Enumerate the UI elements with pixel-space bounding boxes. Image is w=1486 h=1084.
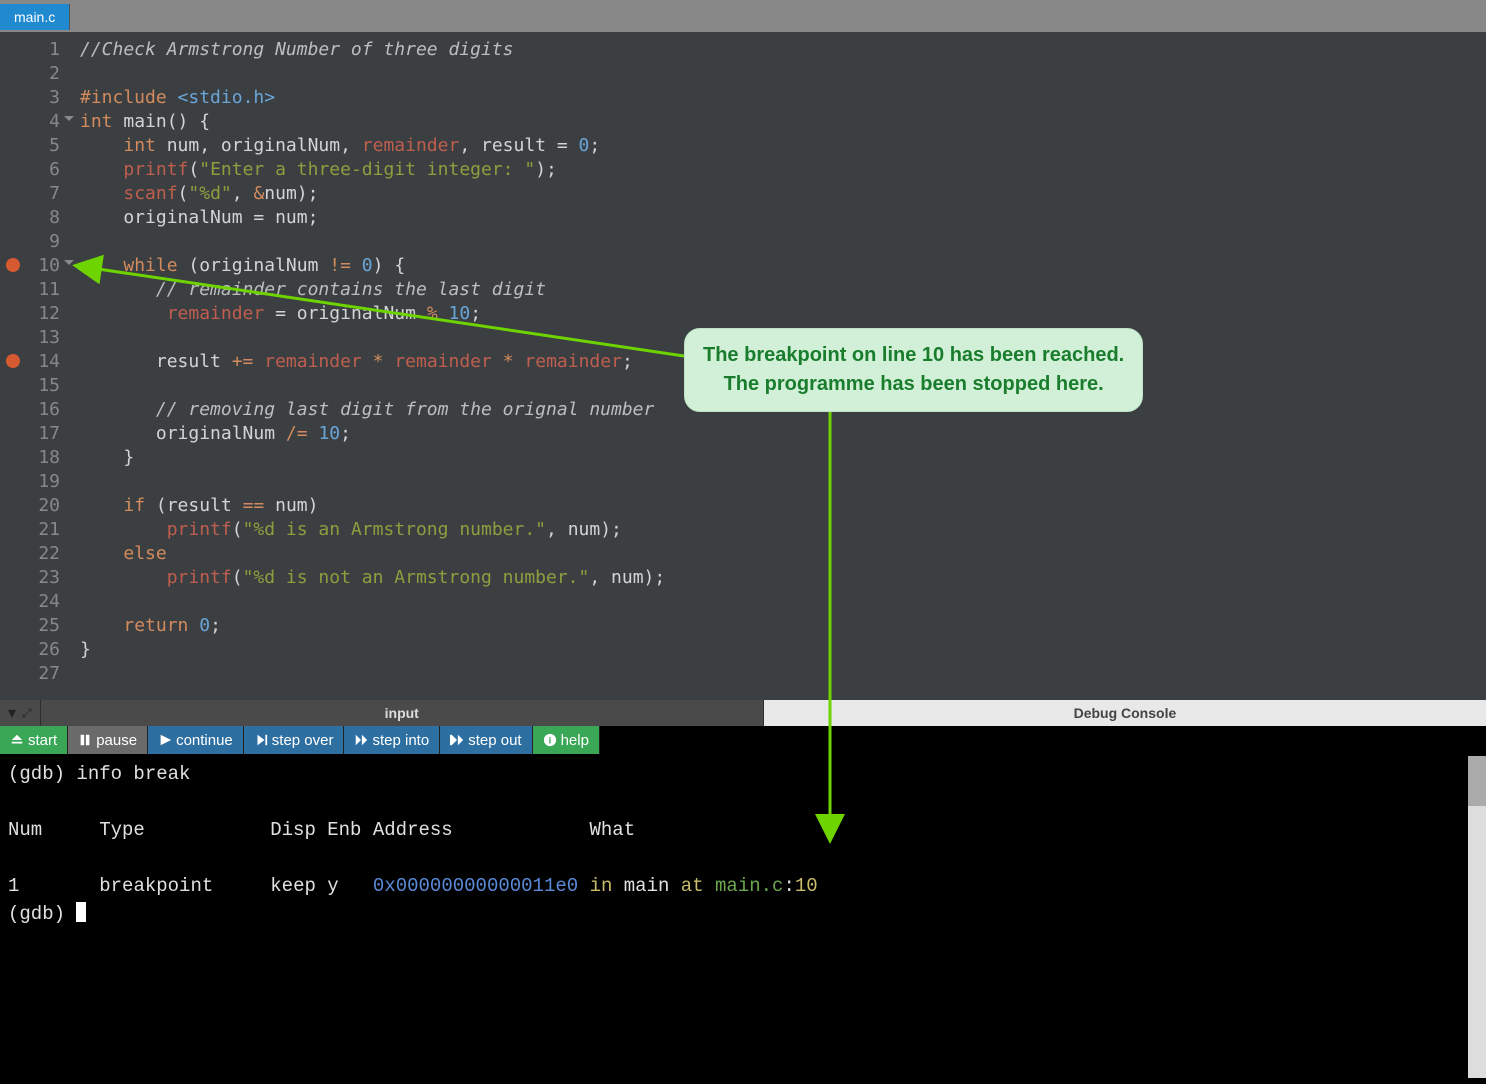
gutter-line[interactable]: 9 bbox=[0, 230, 70, 254]
breakpoint-line: 10 bbox=[795, 875, 818, 897]
gutter-line[interactable]: 4 bbox=[0, 110, 70, 134]
code-line[interactable]: #include <stdio.h> bbox=[80, 86, 1486, 110]
info-icon: i bbox=[543, 733, 557, 747]
gdb-prompt: (gdb) bbox=[8, 903, 65, 925]
tab-label: main.c bbox=[14, 9, 55, 25]
gutter-line[interactable]: 22 bbox=[0, 542, 70, 566]
tab-bar: main.c bbox=[0, 4, 1486, 30]
gutter-line[interactable]: 15 bbox=[0, 374, 70, 398]
continue-button[interactable]: continue bbox=[148, 726, 244, 754]
line-gutter[interactable]: 1234567891011121314151617181920212223242… bbox=[0, 32, 70, 700]
code-line[interactable]: printf("Enter a three-digit integer: "); bbox=[80, 158, 1486, 182]
code-line[interactable] bbox=[80, 230, 1486, 254]
pause-button[interactable]: pause bbox=[68, 726, 148, 754]
code-line[interactable]: remainder = originalNum % 10; bbox=[80, 302, 1486, 326]
gutter-line[interactable]: 18 bbox=[0, 446, 70, 470]
gutter-line[interactable]: 17 bbox=[0, 422, 70, 446]
gutter-line[interactable]: 13 bbox=[0, 326, 70, 350]
code-line[interactable]: if (result == num) bbox=[80, 494, 1486, 518]
breakpoint-file: main.c bbox=[715, 875, 783, 897]
pause-icon bbox=[78, 733, 92, 747]
gutter-line[interactable]: 21 bbox=[0, 518, 70, 542]
code-line[interactable]: } bbox=[80, 446, 1486, 470]
gutter-line[interactable]: 3 bbox=[0, 86, 70, 110]
bottom-panel-tabs: ▾ ⤢ input Debug Console bbox=[0, 700, 1486, 726]
file-tab-main-c[interactable]: main.c bbox=[0, 4, 70, 30]
tab-debug-console[interactable]: Debug Console bbox=[763, 700, 1486, 726]
step-out-icon bbox=[450, 733, 464, 747]
breakpoint-address: 0x00000000000011e0 bbox=[373, 875, 578, 897]
code-line[interactable]: printf("%d is an Armstrong number.", num… bbox=[80, 518, 1486, 542]
code-line[interactable] bbox=[80, 590, 1486, 614]
gutter-line[interactable]: 19 bbox=[0, 470, 70, 494]
debug-console-output[interactable]: (gdb) info break Num Type Disp Enb Addre… bbox=[0, 754, 1486, 1084]
breakpoint-icon[interactable] bbox=[6, 258, 20, 272]
code-line[interactable] bbox=[80, 62, 1486, 86]
gutter-line[interactable]: 23 bbox=[0, 566, 70, 590]
start-button[interactable]: start bbox=[0, 726, 68, 754]
gutter-line[interactable]: 1 bbox=[0, 38, 70, 62]
code-line[interactable]: int num, originalNum, remainder, result … bbox=[80, 134, 1486, 158]
eject-icon bbox=[10, 733, 24, 747]
step-into-icon bbox=[354, 733, 368, 747]
gutter-line[interactable]: 8 bbox=[0, 206, 70, 230]
gutter-line[interactable]: 26 bbox=[0, 638, 70, 662]
code-line[interactable]: originalNum = num; bbox=[80, 206, 1486, 230]
gutter-line[interactable]: 24 bbox=[0, 590, 70, 614]
gutter-line[interactable]: 7 bbox=[0, 182, 70, 206]
tab-input[interactable]: input bbox=[40, 700, 763, 726]
gdb-prompt: (gdb) bbox=[8, 763, 65, 785]
cursor bbox=[76, 902, 86, 922]
annotation-line1: The breakpoint on line 10 has been reach… bbox=[703, 341, 1124, 370]
annotation-callout: The breakpoint on line 10 has been reach… bbox=[684, 328, 1143, 412]
gutter-line[interactable]: 6 bbox=[0, 158, 70, 182]
scrollbar-thumb[interactable] bbox=[1468, 756, 1486, 806]
gutter-line[interactable]: 14 bbox=[0, 350, 70, 374]
step-into-button[interactable]: step into bbox=[344, 726, 440, 754]
expand-icon[interactable]: ⤢ bbox=[22, 706, 32, 721]
gutter-line[interactable]: 5 bbox=[0, 134, 70, 158]
code-line[interactable]: int main() { bbox=[80, 110, 1486, 134]
code-line[interactable]: originalNum /= 10; bbox=[80, 422, 1486, 446]
step-over-icon bbox=[254, 733, 268, 747]
code-line[interactable] bbox=[80, 662, 1486, 686]
step-out-button[interactable]: step out bbox=[440, 726, 532, 754]
code-line[interactable]: // remainder contains the last digit bbox=[80, 278, 1486, 302]
console-scrollbar[interactable] bbox=[1468, 756, 1486, 1078]
chevron-down-icon[interactable]: ▾ bbox=[8, 703, 16, 723]
step-over-button[interactable]: step over bbox=[244, 726, 345, 754]
gutter-line[interactable]: 25 bbox=[0, 614, 70, 638]
gutter-line[interactable]: 2 bbox=[0, 62, 70, 86]
code-line[interactable]: else bbox=[80, 542, 1486, 566]
code-line[interactable]: scanf("%d", &num); bbox=[80, 182, 1486, 206]
svg-text:i: i bbox=[548, 736, 551, 747]
play-icon bbox=[158, 733, 172, 747]
gutter-line[interactable]: 20 bbox=[0, 494, 70, 518]
gutter-line[interactable]: 12 bbox=[0, 302, 70, 326]
code-line[interactable]: printf("%d is not an Armstrong number.",… bbox=[80, 566, 1486, 590]
gutter-line[interactable]: 27 bbox=[0, 662, 70, 686]
code-line[interactable] bbox=[80, 470, 1486, 494]
breakpoint-icon[interactable] bbox=[6, 354, 20, 368]
annotation-line2: The programme has been stopped here. bbox=[703, 370, 1124, 399]
help-button[interactable]: i help bbox=[533, 726, 600, 754]
code-line[interactable]: } bbox=[80, 638, 1486, 662]
code-line[interactable]: while (originalNum != 0) { bbox=[80, 254, 1486, 278]
gutter-line[interactable]: 11 bbox=[0, 278, 70, 302]
gutter-line[interactable]: 16 bbox=[0, 398, 70, 422]
gutter-line[interactable]: 10 bbox=[0, 254, 70, 278]
console-header: Num Type Disp Enb Address What bbox=[8, 819, 635, 841]
debug-toolbar: start pause continue step over step into… bbox=[0, 726, 1486, 754]
code-line[interactable]: //Check Armstrong Number of three digits bbox=[80, 38, 1486, 62]
gdb-command: info break bbox=[76, 763, 190, 785]
code-line[interactable]: return 0; bbox=[80, 614, 1486, 638]
